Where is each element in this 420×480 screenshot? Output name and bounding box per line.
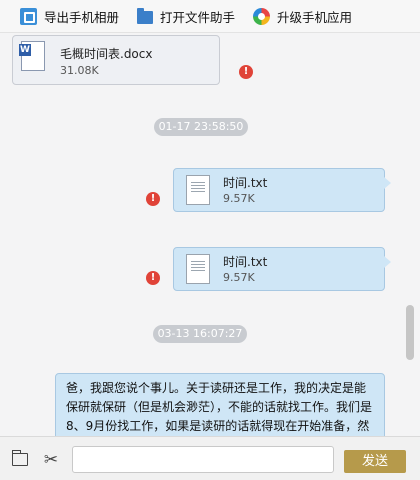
error-icon[interactable]: !: [239, 65, 253, 79]
upgrade-apps-button[interactable]: 升级手机应用: [253, 0, 352, 32]
export-photos-button[interactable]: 导出手机相册: [20, 0, 119, 32]
export-photos-label: 导出手机相册: [44, 9, 120, 25]
file-message-txt[interactable]: 时间.txt 9.57K: [173, 168, 391, 212]
timestamp: 01-17 23:58:50: [154, 118, 248, 136]
file-size: 9.57K: [223, 271, 255, 284]
open-file-assistant-label: 打开文件助手: [160, 9, 236, 25]
send-button[interactable]: 发送: [344, 450, 406, 473]
file-name: 毛概时间表.docx: [60, 47, 153, 61]
text-file-icon: [186, 254, 210, 284]
error-icon[interactable]: !: [146, 192, 160, 206]
folder-icon: [137, 7, 154, 24]
file-message-docx[interactable]: W 毛概时间表.docx 31.08K: [12, 35, 220, 85]
text-file-icon: [186, 175, 210, 205]
message-input[interactable]: [72, 446, 334, 473]
file-size: 9.57K: [223, 192, 255, 205]
file-message-txt[interactable]: 时间.txt 9.57K: [173, 247, 391, 291]
photo-export-icon: [20, 7, 37, 25]
scissors-icon[interactable]: ✂: [41, 450, 61, 470]
word-file-icon: W: [19, 41, 45, 71]
app-upgrade-icon: [253, 7, 271, 25]
timestamp: 03-13 16:07:27: [153, 325, 247, 343]
open-file-assistant-button[interactable]: 打开文件助手: [137, 0, 235, 32]
top-toolbar: 导出手机相册 打开文件助手 升级手机应用: [0, 0, 420, 33]
input-bar: ✂ 发送: [0, 436, 420, 480]
upgrade-apps-label: 升级手机应用: [277, 9, 353, 25]
file-name: 时间.txt: [223, 176, 268, 190]
error-icon[interactable]: !: [146, 271, 160, 285]
file-name: 时间.txt: [223, 255, 268, 269]
chat-history[interactable]: W 毛概时间表.docx 31.08K ! 01-17 23:58:50 ! 时…: [0, 33, 420, 436]
file-size: 31.08K: [60, 64, 99, 77]
text-message[interactable]: 爸，我跟您说个事儿。关于读研还是工作，我的决定是能保研就保研（但是机会渺茫），不…: [55, 373, 385, 436]
folder-icon[interactable]: [11, 450, 28, 466]
scrollbar-thumb[interactable]: [406, 305, 414, 360]
